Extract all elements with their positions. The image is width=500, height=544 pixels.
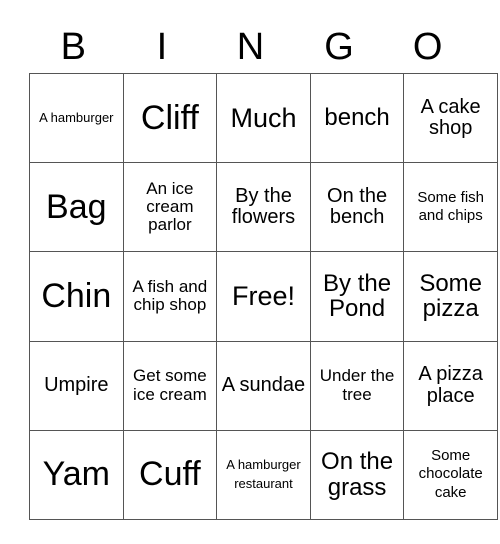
bingo-cell[interactable]: bench [309, 72, 405, 164]
header-letter-g: G [324, 26, 354, 68]
bingo-cell[interactable]: Some pizza [403, 251, 498, 342]
header-letter-b: B [60, 26, 86, 68]
bingo-grid: A hamburger Cliff Much bench A cake shop… [29, 72, 498, 520]
bingo-cell[interactable]: Cuff [122, 429, 218, 520]
bingo-cell[interactable]: Bag [29, 162, 124, 253]
bingo-cell[interactable]: On the grass [309, 429, 405, 520]
bingo-cell[interactable]: A pizza place [403, 340, 498, 431]
bingo-header: B I N G O [29, 22, 472, 72]
grid-row: Chin A fish and chip shop Free! By the P… [29, 251, 498, 342]
grid-row: Yam Cuff A hamburger restaurant On the g… [29, 429, 498, 520]
bingo-cell[interactable]: Chin [29, 251, 124, 342]
header-letter-n: N [236, 26, 265, 68]
bingo-cell[interactable]: Some chocolate cake [403, 429, 498, 520]
bingo-cell[interactable]: By the Pond [309, 251, 405, 342]
bingo-cell[interactable]: A hamburger [29, 72, 124, 164]
bingo-cell[interactable]: A sundae [216, 340, 311, 431]
header-letter-i: I [156, 26, 168, 68]
bingo-cell[interactable]: Cliff [122, 72, 218, 164]
bingo-cell[interactable]: Get some ice cream [122, 340, 218, 431]
bingo-cell[interactable]: An ice cream parlor [122, 162, 218, 253]
grid-row: Umpire Get some ice cream A sundae Under… [29, 340, 498, 431]
bingo-cell[interactable]: A cake shop [403, 72, 498, 164]
bingo-cell[interactable]: Some fish and chips [403, 162, 498, 253]
bingo-cell[interactable]: A fish and chip shop [122, 251, 218, 342]
bingo-cell[interactable]: A hamburger restaurant [216, 429, 311, 520]
free-space-cell[interactable]: Free! [216, 251, 311, 342]
bingo-cell[interactable]: Under the tree [309, 340, 405, 431]
grid-row: A hamburger Cliff Much bench A cake shop [29, 72, 498, 164]
grid-row: Bag An ice cream parlor By the flowers O… [29, 162, 498, 253]
header-letter-o: O [412, 26, 443, 68]
bingo-cell[interactable]: Yam [29, 429, 124, 520]
bingo-cell[interactable]: By the flowers [216, 162, 311, 253]
bingo-cell[interactable]: Umpire [29, 340, 124, 431]
bingo-cell[interactable]: Much [216, 72, 311, 164]
bingo-cell[interactable]: On the bench [309, 162, 405, 253]
